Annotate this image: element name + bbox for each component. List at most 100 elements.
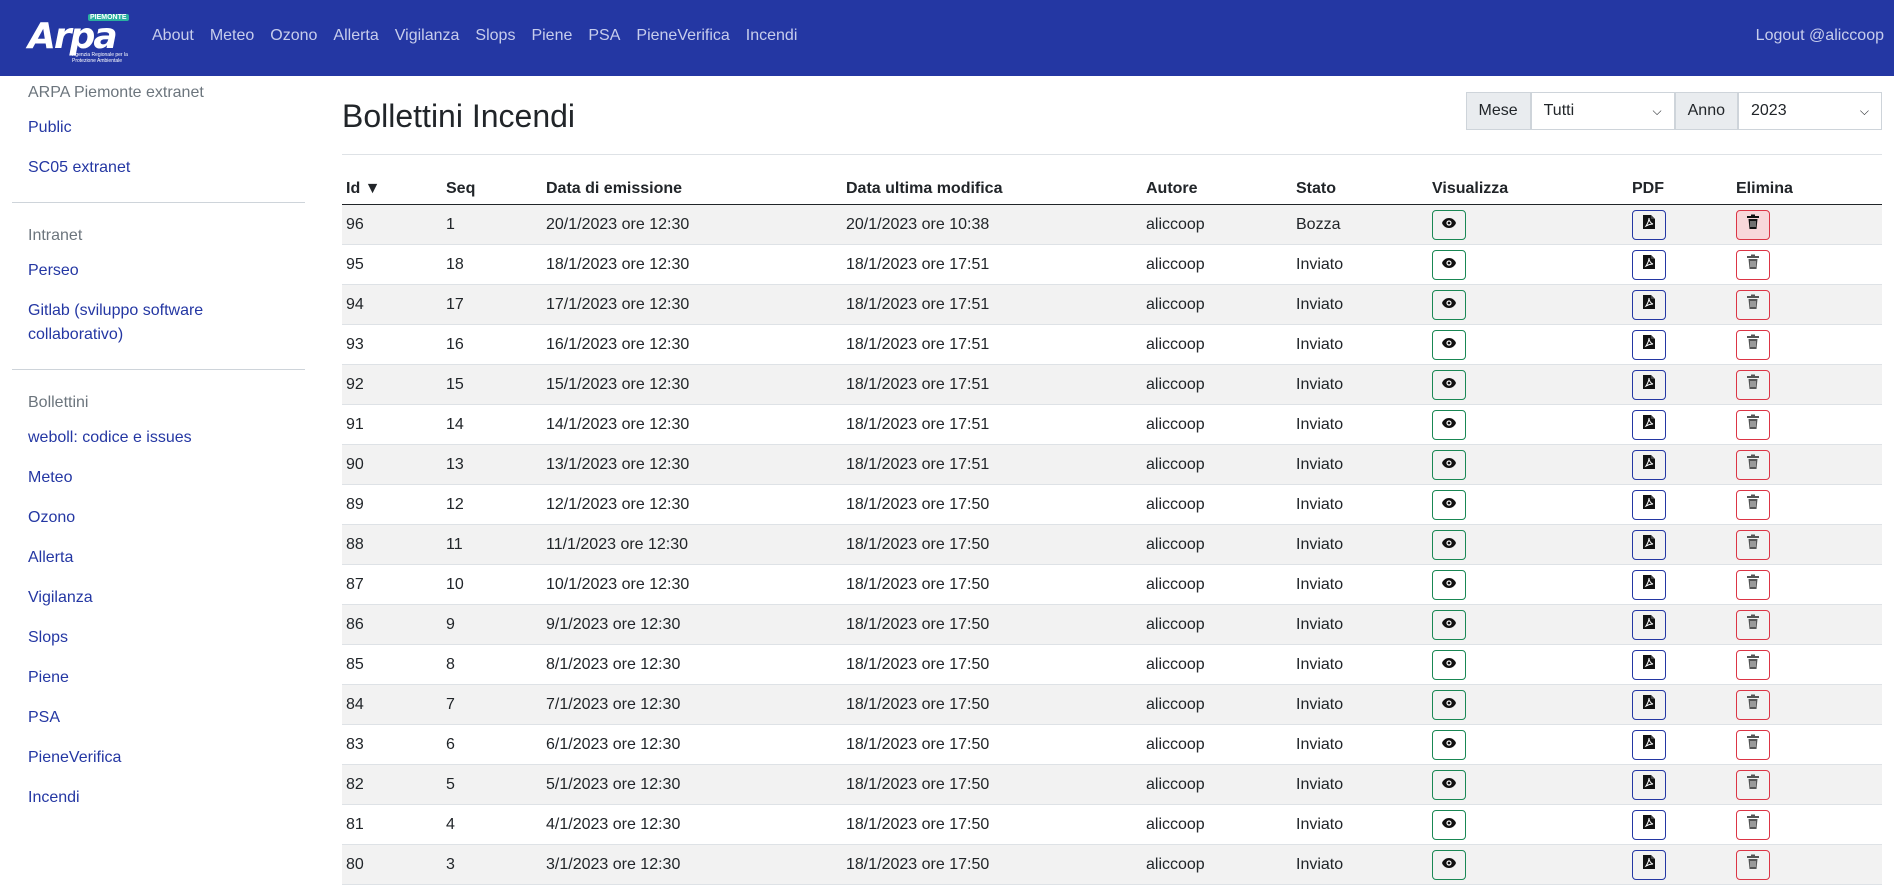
nav-link-pieneverifica[interactable]: PieneVerifica [636, 27, 729, 45]
cell-data-modifica: 18/1/2023 ore 17:50 [842, 524, 1142, 565]
pdf-button[interactable] [1632, 649, 1666, 680]
cell-elimina [1732, 244, 1882, 285]
nav-link-allerta[interactable]: Allerta [333, 27, 378, 45]
sidebar-link[interactable]: Ozono [28, 506, 289, 530]
trash-icon [1746, 854, 1760, 875]
pdf-button[interactable] [1632, 729, 1666, 760]
trash-icon [1746, 334, 1760, 355]
view-button[interactable] [1432, 529, 1466, 560]
nav-link-ozono[interactable]: Ozono [270, 27, 317, 45]
pdf-button[interactable] [1632, 449, 1666, 480]
table-body: 96 1 20/1/2023 ore 12:30 20/1/2023 ore 10:3… [342, 204, 1882, 885]
nav-links: About Meteo Ozono Allerta Vigilanza Slops Pien… [152, 27, 813, 45]
column-header: PDF [1628, 174, 1732, 205]
pdf-button[interactable] [1632, 529, 1666, 560]
pdf-button[interactable] [1632, 369, 1666, 400]
pdf-button[interactable] [1632, 849, 1666, 880]
cell-elimina [1732, 564, 1882, 605]
view-button[interactable] [1432, 769, 1466, 800]
delete-button [1736, 249, 1770, 280]
sidebar-link[interactable]: Allerta [28, 546, 289, 570]
cell-data-emissione: 14/1/2023 ore 12:30 [542, 404, 842, 445]
sidebar-link[interactable]: Perseo [28, 259, 289, 283]
sidebar-link[interactable]: Incendi [28, 786, 289, 810]
view-button[interactable] [1432, 449, 1466, 480]
view-button[interactable] [1432, 209, 1466, 240]
nav-link-about[interactable]: About [152, 27, 194, 45]
nav-link-incendi[interactable]: Incendi [746, 27, 798, 45]
cell-id: 82 [342, 764, 442, 805]
eye-icon [1441, 576, 1457, 594]
eye-icon [1441, 656, 1457, 674]
sidebar-link[interactable]: Gitlab (sviluppo software collaborativo) [28, 299, 289, 347]
pdf-file-icon [1642, 254, 1656, 275]
cell-data-modifica: 18/1/2023 ore 17:51 [842, 324, 1142, 365]
cell-id: 95 [342, 244, 442, 285]
view-button[interactable] [1432, 249, 1466, 280]
view-button[interactable] [1432, 369, 1466, 400]
anno-select[interactable]: 2023 ⌵ [1738, 92, 1882, 130]
pdf-button[interactable] [1632, 809, 1666, 840]
view-button[interactable] [1432, 569, 1466, 600]
sidebar-link[interactable]: Vigilanza [28, 586, 289, 610]
table-row: 84 7 7/1/2023 ore 12:30 18/1/2023 ore 17:50… [342, 684, 1882, 725]
pdf-button[interactable] [1632, 769, 1666, 800]
column-header[interactable]: Id ▼ [342, 174, 442, 205]
sidebar-link[interactable]: Slops [28, 626, 289, 650]
pdf-button[interactable] [1632, 569, 1666, 600]
pdf-button[interactable] [1632, 209, 1666, 240]
table-row: 83 6 6/1/2023 ore 12:30 18/1/2023 ore 17:50… [342, 724, 1882, 765]
nav-link-slops[interactable]: Slops [475, 27, 515, 45]
table-row: 93 16 16/1/2023 ore 12:30 18/1/2023 ore 17:… [342, 324, 1882, 365]
pdf-button[interactable] [1632, 409, 1666, 440]
view-button[interactable] [1432, 729, 1466, 760]
nav-link-meteo[interactable]: Meteo [210, 27, 254, 45]
sidebar-link[interactable]: Public [28, 116, 289, 140]
sidebar-link[interactable]: Piene [28, 666, 289, 690]
cell-seq: 5 [442, 764, 542, 805]
cell-data-modifica: 18/1/2023 ore 17:51 [842, 404, 1142, 445]
pdf-button[interactable] [1632, 289, 1666, 320]
nav-link-psa[interactable]: PSA [588, 27, 620, 45]
nav-link-piene[interactable]: Piene [531, 27, 572, 45]
cell-stato: Inviato [1292, 284, 1428, 325]
pdf-button[interactable] [1632, 609, 1666, 640]
table-row: 89 12 12/1/2023 ore 12:30 18/1/2023 ore 17:… [342, 484, 1882, 525]
cell-pdf [1628, 564, 1732, 605]
delete-button[interactable] [1736, 209, 1770, 240]
pdf-button[interactable] [1632, 489, 1666, 520]
view-button[interactable] [1432, 329, 1466, 360]
pdf-button[interactable] [1632, 249, 1666, 280]
column-header: Visualizza [1428, 174, 1628, 205]
nav-link-vigilanza[interactable]: Vigilanza [395, 27, 460, 45]
sidebar-link[interactable]: PSA [28, 706, 289, 730]
cell-elimina [1732, 324, 1882, 365]
view-button[interactable] [1432, 809, 1466, 840]
delete-button [1736, 489, 1770, 520]
view-button[interactable] [1432, 689, 1466, 720]
cell-stato: Inviato [1292, 724, 1428, 765]
cell-data-modifica: 18/1/2023 ore 17:50 [842, 564, 1142, 605]
view-button[interactable] [1432, 609, 1466, 640]
pdf-file-icon [1642, 694, 1656, 715]
mese-select[interactable]: Tutti ⌵ [1530, 92, 1675, 130]
view-button[interactable] [1432, 409, 1466, 440]
view-button[interactable] [1432, 849, 1466, 880]
logout-link[interactable]: Logout @aliccoop [1756, 27, 1884, 45]
sidebar-link[interactable]: Meteo [28, 466, 289, 490]
delete-button [1736, 769, 1770, 800]
cell-pdf [1628, 804, 1732, 845]
cell-stato: Bozza [1292, 204, 1428, 245]
sidebar-link[interactable]: weboll: codice e issues [28, 426, 289, 450]
cell-autore: aliccoop [1142, 404, 1292, 445]
view-button[interactable] [1432, 289, 1466, 320]
sidebar-link[interactable]: PieneVerifica [28, 746, 289, 770]
arpa-logo[interactable]: Arpa PIEMONTE Agenzia Regionale per la P… [28, 14, 129, 64]
sidebar-link[interactable]: SC05 extranet [28, 156, 289, 180]
view-button[interactable] [1432, 649, 1466, 680]
view-button[interactable] [1432, 489, 1466, 520]
chevron-down-icon: ⌵ [1652, 104, 1662, 118]
cell-pdf [1628, 684, 1732, 725]
pdf-button[interactable] [1632, 689, 1666, 720]
pdf-button[interactable] [1632, 329, 1666, 360]
